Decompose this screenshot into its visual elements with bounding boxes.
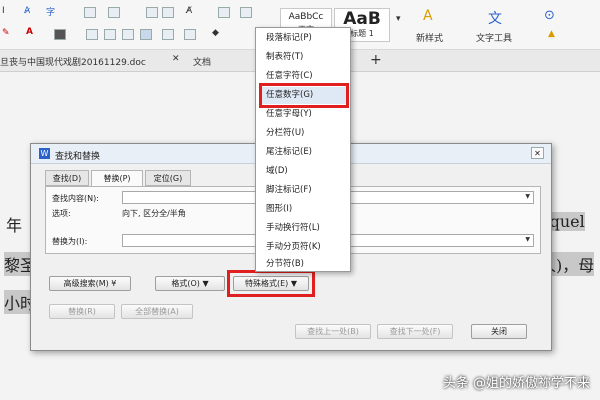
character-shading-icon[interactable] [54,29,66,40]
italic-icon[interactable]: I [2,6,5,16]
wps-logo-icon: W [39,148,50,159]
options-value: 向下, 区分全/半角 [122,209,186,218]
menu-item-paragraph-mark[interactable]: 段落标记(P) [262,30,346,47]
style-sample: AaBbCc [288,12,324,22]
dialog-title: 查找和替换 [55,152,101,162]
close-icon[interactable]: ✕ [172,54,180,64]
columns-icon[interactable] [184,29,196,40]
align-left-icon[interactable] [86,29,98,40]
chevron-down-icon[interactable]: ▼ [525,236,530,243]
highlight-icon[interactable]: ✎ [2,28,10,38]
replace-button[interactable]: 替换(R) [49,304,115,319]
shading-icon[interactable]: ◆ [212,28,219,38]
numbered-list-icon[interactable] [108,7,120,18]
advanced-search-button[interactable]: 高级搜索(M) ¥ [49,276,131,291]
line-spacing-icon[interactable] [218,7,230,18]
close-button[interactable]: 关闭 [471,324,527,339]
options-label: 选项: [52,209,71,218]
align-center-icon[interactable] [104,29,116,40]
doc-tab-1[interactable]: 旦丧与中国现代戏剧20161129.doc [0,55,146,68]
styles-scroll-icon[interactable]: ▾ [396,14,401,24]
find-icon[interactable]: ⊙ [544,8,555,23]
double-chevron-icon: ¥ [111,279,117,288]
text-tools-button[interactable]: 文字工具 [476,31,512,44]
chevron-down-icon: ▼ [202,279,209,288]
decrease-indent-icon[interactable] [146,7,158,18]
highlight-box-any-digit [259,83,349,108]
format-painter-icon[interactable]: A̷ [24,6,30,16]
doc-tab-2[interactable]: 文档 [193,55,211,68]
find-label: 查找内容(N): [52,194,99,203]
style-sample: AaB [343,9,381,29]
borders-icon[interactable] [240,7,252,18]
replace-label: 替换为(I): [52,237,88,246]
close-icon[interactable]: ✕ [531,147,544,159]
doc-text-line1-left: 年 [6,216,23,235]
text-tools-icon[interactable]: 文 [488,8,502,28]
menu-item-section-break[interactable]: 分节符(B) [262,258,346,271]
menu-item-column-break[interactable]: 分栏符(U) [262,125,346,142]
menu-item-endnote-mark[interactable]: 尾注标记(E) [262,144,346,161]
format-label: 格式(O) [171,279,200,288]
highlight-box-special-format [227,270,315,297]
replace-all-button[interactable]: 全部替换(A) [121,304,193,319]
tab-find[interactable]: 查找(D) [45,170,89,186]
justify-icon[interactable] [140,29,152,40]
distributed-icon[interactable] [162,29,174,40]
menu-item-any-letter[interactable]: 任意字母(Y) [262,106,346,123]
increase-indent-icon[interactable] [162,7,174,18]
menu-item-field[interactable]: 域(D) [262,163,346,180]
align-right-icon[interactable] [122,29,134,40]
bullet-list-icon[interactable] [84,7,96,18]
font-color-icon[interactable]: A [26,27,33,37]
tab-replace[interactable]: 替换(P) [91,170,143,187]
watermark: 头条 @姐的娇傲祢学不来 [442,376,590,391]
menu-item-tab-char[interactable]: 制表符(T) [262,49,346,66]
new-style-icon[interactable]: A [423,8,433,24]
advanced-search-label: 高级搜索(M) [63,279,109,288]
select-icon[interactable]: ▲ [548,29,555,39]
find-next-button[interactable]: 查找下一处(F) [377,324,453,339]
text-direction-icon[interactable]: A̸ [186,6,192,16]
format-button[interactable]: 格式(O) ▼ [155,276,225,291]
new-style-button[interactable]: 新样式 [416,31,443,44]
phonetic-guide-icon[interactable]: 字 [46,5,55,18]
special-format-menu: 段落标记(P) 制表符(T) 任意字符(C) 任意数字(G) 任意字母(Y) 分… [255,27,351,272]
menu-item-manual-page-break[interactable]: 手动分页符(K) [262,239,346,256]
find-previous-button[interactable]: 查找上一处(B) [295,324,371,339]
menu-item-graphic[interactable]: 图形(I) [262,201,346,218]
chevron-down-icon[interactable]: ▼ [525,193,530,200]
tab-goto[interactable]: 定位(G) [145,170,191,186]
new-tab-button[interactable]: + [370,52,382,68]
menu-item-footnote-mark[interactable]: 脚注标记(F) [262,182,346,199]
menu-item-manual-line-break[interactable]: 手动换行符(L) [262,220,346,237]
